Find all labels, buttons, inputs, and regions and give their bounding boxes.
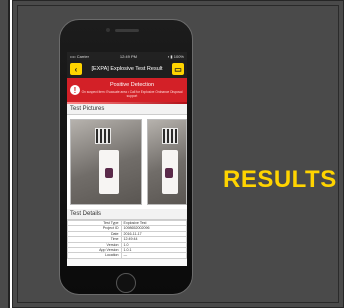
front-camera	[106, 28, 110, 32]
app-title: [EXPA] Explosive Test Result	[91, 66, 163, 72]
results-caption: RESULTS	[223, 166, 337, 193]
test-details-heading: Test Details	[67, 209, 187, 220]
status-bar: •••• Carrier 12:49 PM ▪ ▮ 100%	[67, 52, 187, 60]
slide: •••• Carrier 12:49 PM ▪ ▮ 100% ‹ [EXPA] …	[0, 0, 344, 308]
detail-value: —	[120, 252, 187, 259]
document-icon: ▭	[174, 64, 182, 74]
smartphone-mockup: •••• Carrier 12:49 PM ▪ ▮ 100% ‹ [EXPA] …	[59, 19, 193, 295]
positive-detection-alert: ! Positive Detection On suspect item: Ev…	[67, 78, 187, 102]
test-pictures-heading: Test Pictures	[67, 104, 187, 115]
back-button[interactable]: ‹	[70, 63, 82, 75]
swab-sample-image	[105, 168, 113, 178]
qr-code-icon	[95, 128, 111, 144]
chevron-left-icon: ‹	[74, 64, 78, 74]
phone-screen: •••• Carrier 12:49 PM ▪ ▮ 100% ‹ [EXPA] …	[67, 52, 187, 266]
earpiece-speaker	[115, 29, 139, 32]
home-button[interactable]	[116, 273, 136, 293]
alert-text: Positive Detection On suspect item: Evac…	[80, 82, 184, 98]
app-bar: ‹ [EXPA] Explosive Test Result ▭	[67, 60, 187, 78]
carrier-label: •••• Carrier	[70, 53, 89, 59]
clock-label: 12:49 PM	[119, 53, 137, 59]
warning-icon: !	[70, 85, 80, 95]
test-details-table: Test Type Explosive Test Project ID 1098…	[67, 219, 187, 259]
test-picture-1[interactable]	[70, 119, 142, 205]
detail-key: Location	[67, 252, 122, 259]
results-panel: •••• Carrier 12:49 PM ▪ ▮ 100% ‹ [EXPA] …	[12, 0, 344, 308]
table-row: Location —	[67, 252, 187, 259]
report-button[interactable]: ▭	[172, 63, 184, 75]
battery-label: ▪ ▮ 100%	[167, 53, 184, 59]
qr-code-icon	[162, 128, 178, 144]
alert-subtitle: On suspect item: Evacuate area • Call fo…	[81, 90, 183, 98]
alert-title: Positive Detection	[109, 82, 155, 88]
left-panel-edge	[0, 0, 10, 308]
test-picture-2[interactable]	[147, 119, 187, 205]
test-pictures-gallery[interactable]	[67, 115, 187, 209]
swab-sample-image	[165, 168, 173, 178]
